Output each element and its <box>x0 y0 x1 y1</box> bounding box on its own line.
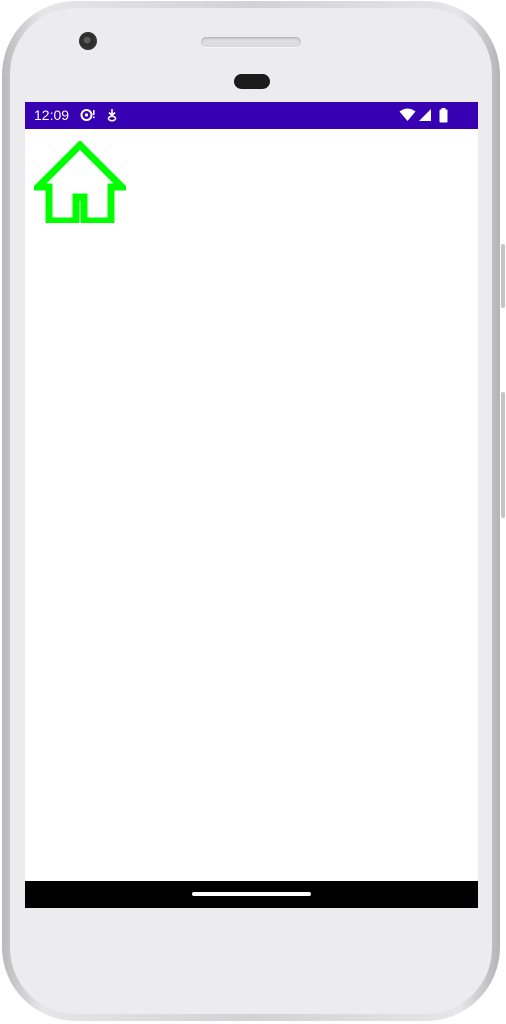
sync-icon <box>80 108 96 122</box>
home-indicator[interactable] <box>192 892 311 896</box>
power-button <box>501 244 505 308</box>
battery-icon <box>439 108 448 123</box>
earpiece-speaker <box>201 37 301 47</box>
proximity-sensor <box>234 74 270 89</box>
device-screenshot: 12:09 <box>0 0 506 1024</box>
volume-button <box>501 392 505 518</box>
app-screen: 12:09 <box>25 102 478 908</box>
home-button[interactable] <box>34 141 126 223</box>
home-icon <box>34 141 126 223</box>
front-camera <box>79 32 97 50</box>
status-bar: 12:09 <box>25 102 478 129</box>
wifi-icon <box>399 108 416 122</box>
signal-icon <box>418 108 432 122</box>
main-content <box>25 129 478 881</box>
download-icon <box>106 108 118 122</box>
navigation-bar <box>25 881 478 908</box>
status-time: 12:09 <box>34 107 70 123</box>
